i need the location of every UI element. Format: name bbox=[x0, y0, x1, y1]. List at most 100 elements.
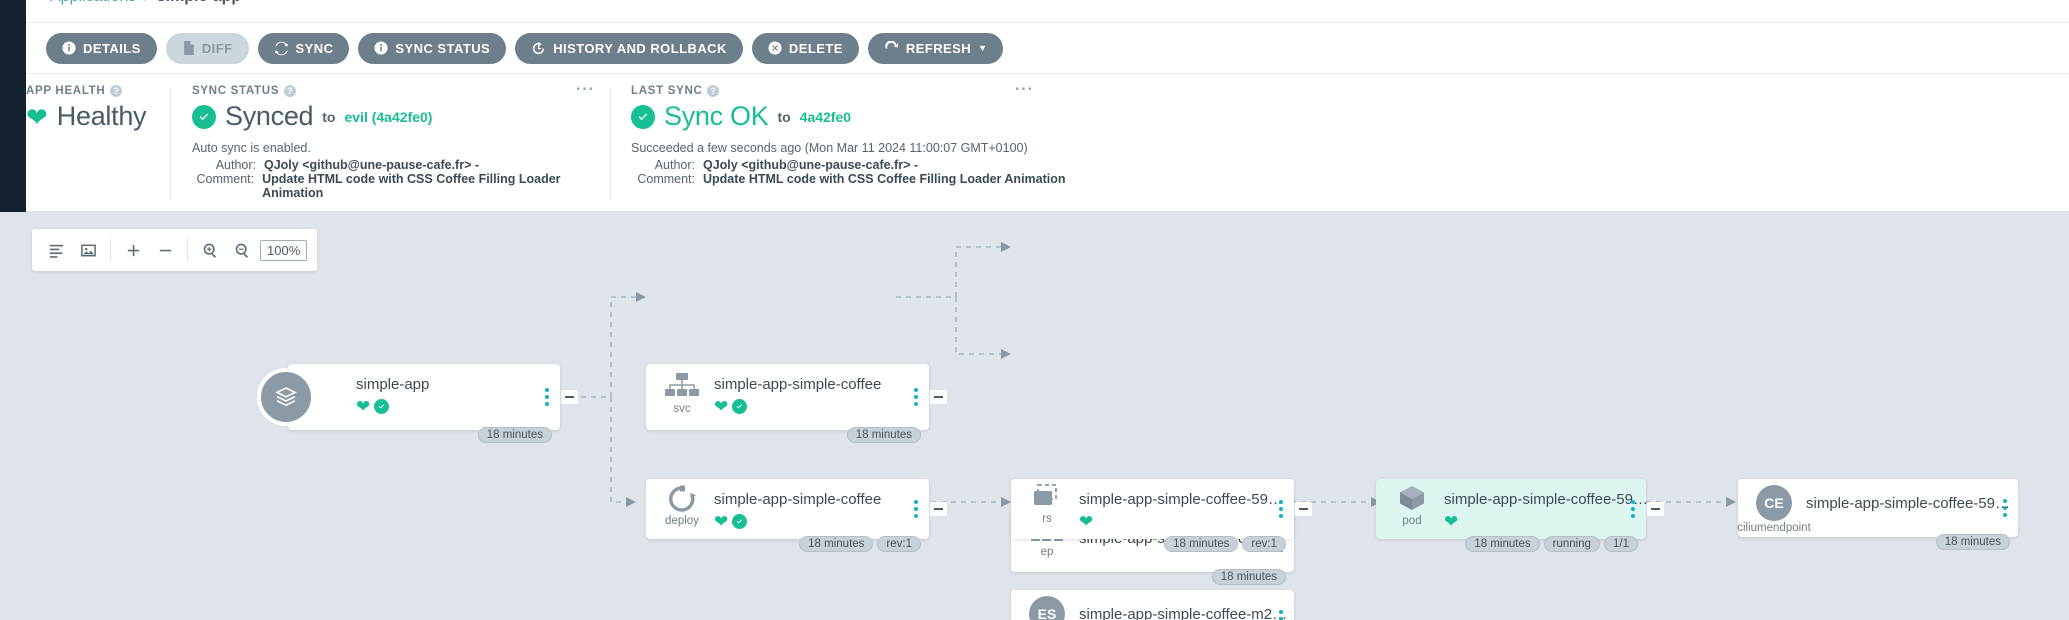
synced-check-icon bbox=[732, 399, 747, 414]
last-sync-note: Succeeded a few seconds ago (Mon Mar 11 … bbox=[631, 141, 1091, 155]
refresh-icon bbox=[884, 41, 899, 56]
graph-node-ciliumendpoint[interactable]: CE ciliumendpoint simple-app-simple-coff… bbox=[1738, 479, 2018, 537]
sync-status-more-menu[interactable]: ⋯ bbox=[575, 84, 595, 96]
graph-node-deploy[interactable]: deploy simple-app-simple-coffee ❤ 18 min… bbox=[646, 479, 929, 539]
node-tag: 18 minutes bbox=[1212, 569, 1286, 585]
node-kind-label: ep bbox=[1041, 546, 1054, 558]
node-kind-label: rs bbox=[1042, 513, 1052, 525]
node-tag: 18 minutes bbox=[799, 536, 873, 552]
minus-icon[interactable] bbox=[151, 236, 179, 264]
node-menu-button[interactable] bbox=[1631, 500, 1635, 518]
diff-button[interactable]: DIFF bbox=[166, 33, 249, 64]
zoom-in-icon[interactable] bbox=[196, 236, 224, 264]
collapse-handle[interactable] bbox=[930, 390, 947, 404]
graph-node-pod[interactable]: pod simple-app-simple-coffee-59… ❤ 18 mi… bbox=[1376, 479, 1646, 539]
comment-value: Update HTML code with CSS Coffee Filling… bbox=[703, 172, 1066, 186]
node-badges: ❤ bbox=[1444, 513, 1458, 530]
left-nav-rail bbox=[0, 0, 26, 212]
node-menu-button[interactable] bbox=[914, 388, 918, 406]
collapse-handle[interactable] bbox=[1295, 502, 1312, 516]
node-title: simple-app-simple-coffee bbox=[714, 376, 881, 393]
history-and-rollback-button-label: HISTORY AND ROLLBACK bbox=[553, 41, 727, 56]
collapse-handle[interactable] bbox=[930, 502, 947, 516]
help-icon[interactable]: ? bbox=[110, 85, 122, 97]
app-root: Applications / simple-app DETAILS DIFF S… bbox=[0, 0, 2069, 620]
last-sync-comment-row: Comment: Update HTML code with CSS Coffe… bbox=[631, 172, 1091, 186]
align-left-icon[interactable] bbox=[42, 236, 70, 264]
node-badges: ❤ bbox=[1079, 513, 1093, 530]
graph-node-endpointslice[interactable]: ES endpointslice simple-app-simple-coffe… bbox=[1011, 590, 1294, 620]
collapse-handle[interactable] bbox=[561, 390, 578, 404]
node-initials: ES bbox=[1029, 596, 1065, 620]
last-sync-revision-link[interactable]: 4a42fe0 bbox=[800, 109, 851, 125]
sync-status-author-row: Author: QJoly <github@une-pause-cafe.fr>… bbox=[192, 158, 614, 172]
history-and-rollback-button[interactable]: HISTORY AND ROLLBACK bbox=[515, 33, 743, 64]
sync-button[interactable]: SYNC bbox=[258, 33, 350, 64]
left-rail-lower bbox=[0, 212, 26, 620]
node-title: simple-app-simple-coffee-59… bbox=[1806, 495, 2010, 512]
last-sync-status: Sync OK bbox=[664, 101, 768, 132]
graph-node-rs[interactable]: rs simple-app-simple-coffee-59… ❤ 18 min… bbox=[1011, 479, 1294, 539]
node-tag: 18 minutes bbox=[847, 427, 921, 443]
node-tags: 18 minutes bbox=[1936, 534, 2010, 550]
node-menu-button[interactable] bbox=[1279, 500, 1283, 518]
node-menu-button[interactable] bbox=[914, 500, 918, 518]
breadcrumb-strip: Applications / simple-app bbox=[26, 0, 2069, 22]
help-icon[interactable]: ? bbox=[284, 85, 296, 97]
node-menu-button[interactable] bbox=[2003, 499, 2007, 517]
toolbar-separator bbox=[110, 239, 111, 261]
node-tag: 1/1 bbox=[1604, 536, 1638, 552]
last-sync-status-row: Sync OK to 4a42fe0 bbox=[631, 101, 1091, 132]
graph-node-svc[interactable]: svc simple-app-simple-coffee ❤ 18 minute… bbox=[646, 364, 929, 430]
graph-node-application[interactable]: simple-app ❤ 18 minutes bbox=[288, 364, 560, 430]
author-label: Author: bbox=[192, 158, 264, 172]
health-heart-icon: ❤ bbox=[714, 513, 728, 530]
node-kind-label: ciliumendpoint bbox=[1737, 522, 1811, 534]
resource-graph-canvas[interactable]: 100% simple-app ❤ 18 minutes bbox=[26, 212, 2069, 620]
delete-button[interactable]: DELETE bbox=[752, 33, 859, 64]
comment-value: Update HTML code with CSS Coffee Filling… bbox=[262, 172, 614, 200]
node-tag: rev:1 bbox=[1242, 536, 1286, 552]
breadcrumb-applications-link[interactable]: Applications bbox=[50, 0, 136, 6]
node-title: simple-app bbox=[356, 376, 429, 393]
breadcrumb-separator: / bbox=[144, 0, 148, 6]
delete-button-label: DELETE bbox=[789, 41, 843, 56]
last-sync-panel: LAST SYNC ? ⋯ Sync OK to 4a42fe0 Succeed… bbox=[631, 74, 1091, 213]
sync-status-revision-link[interactable]: evil (4a42fe0) bbox=[344, 109, 432, 125]
help-icon[interactable]: ? bbox=[707, 85, 719, 97]
node-menu-button[interactable] bbox=[1279, 610, 1283, 620]
details-button[interactable]: DETAILS bbox=[46, 33, 157, 64]
plus-icon[interactable] bbox=[119, 236, 147, 264]
node-badges: ❤ bbox=[714, 513, 747, 530]
node-menu-button[interactable] bbox=[545, 388, 549, 406]
file-icon bbox=[182, 41, 195, 55]
app-health-status: Healthy bbox=[57, 101, 146, 132]
node-title: simple-app-simple-coffee bbox=[714, 491, 881, 508]
pod-icon: pod bbox=[1390, 484, 1434, 527]
node-tags: 18 minutes bbox=[478, 427, 552, 443]
history-icon bbox=[531, 41, 546, 56]
zoom-level-input[interactable]: 100% bbox=[260, 240, 307, 261]
breadcrumb-current-app: simple-app bbox=[157, 0, 241, 6]
node-tags: 18 minutes running 1/1 bbox=[1465, 536, 1638, 552]
node-tags: 18 minutes bbox=[847, 427, 921, 443]
node-tags: 18 minutes bbox=[1212, 569, 1286, 585]
info-icon bbox=[62, 41, 76, 55]
sync-status-comment-row: Comment: Update HTML code with CSS Coffe… bbox=[192, 172, 614, 200]
svc-icon: svc bbox=[660, 372, 704, 415]
deploy-icon: deploy bbox=[660, 484, 704, 527]
refresh-button[interactable]: REFRESH ▼ bbox=[868, 33, 1004, 64]
graph-toolbar: 100% bbox=[32, 229, 317, 271]
fit-screen-icon[interactable] bbox=[74, 236, 102, 264]
collapse-handle[interactable] bbox=[1647, 502, 1664, 516]
zoom-out-icon[interactable] bbox=[228, 236, 256, 264]
sync-status-status-row: Synced to evil (4a42fe0) bbox=[192, 101, 614, 132]
node-tags: 18 minutes rev:1 bbox=[799, 536, 921, 552]
diff-button-label: DIFF bbox=[202, 41, 233, 56]
synced-check-icon bbox=[732, 514, 747, 529]
sync-status-button[interactable]: SYNC STATUS bbox=[358, 33, 506, 64]
last-sync-more-menu[interactable]: ⋯ bbox=[1014, 84, 1034, 96]
node-kind-label: svc bbox=[673, 403, 690, 415]
health-heart-icon: ❤ bbox=[1444, 513, 1458, 530]
last-sync-author-row: Author: QJoly <github@une-pause-cafe.fr>… bbox=[631, 158, 1091, 172]
